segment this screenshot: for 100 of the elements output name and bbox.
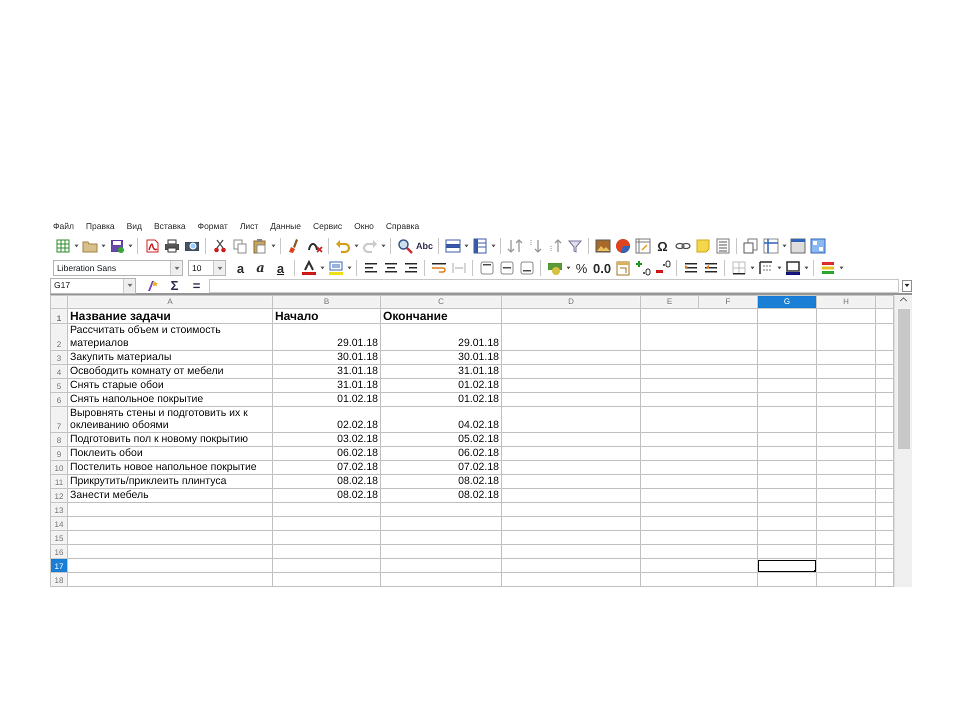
table-cell: 30.01.18 bbox=[272, 350, 380, 364]
menu-item[interactable]: Файл bbox=[53, 220, 74, 233]
highlight-icon bbox=[328, 260, 344, 276]
menu-item[interactable]: Данные bbox=[270, 220, 302, 233]
caret-icon[interactable] bbox=[346, 266, 352, 270]
table-cell: 01.02.18 bbox=[272, 392, 380, 406]
table-cell: Снять старые обои bbox=[68, 378, 272, 392]
column-header[interactable]: E bbox=[640, 296, 698, 308]
toolbar-button[interactable]: a bbox=[271, 258, 290, 278]
caret-icon[interactable] bbox=[353, 244, 359, 248]
printer-button[interactable] bbox=[162, 236, 181, 256]
row-header[interactable]: 10 bbox=[50, 460, 68, 474]
dropdown-icon[interactable] bbox=[123, 278, 135, 292]
font-color-button[interactable] bbox=[299, 258, 318, 278]
row-header[interactable]: 16 bbox=[50, 544, 68, 558]
caret-icon[interactable] bbox=[73, 244, 79, 248]
row-header[interactable]: 3 bbox=[50, 350, 68, 364]
caret-icon[interactable] bbox=[100, 244, 106, 248]
cell-cursor bbox=[758, 560, 816, 572]
toolbar-button[interactable]: a bbox=[251, 258, 270, 278]
caret-icon[interactable] bbox=[127, 244, 133, 248]
column-header[interactable]: G bbox=[758, 296, 816, 308]
caret-icon[interactable] bbox=[781, 244, 788, 248]
caret-icon[interactable] bbox=[776, 266, 782, 270]
vertical-scrollbar[interactable] bbox=[894, 295, 912, 587]
caret-icon[interactable] bbox=[270, 244, 276, 248]
font-size-field[interactable]: 10 bbox=[188, 260, 226, 276]
caret-icon[interactable] bbox=[749, 266, 756, 270]
redo-icon bbox=[362, 238, 378, 254]
table-cell: 08.02.18 bbox=[380, 474, 502, 488]
caret-icon[interactable] bbox=[490, 244, 496, 248]
table-cell: 02.02.18 bbox=[272, 406, 380, 432]
row-header[interactable]: 18 bbox=[50, 572, 68, 586]
row-header[interactable]: 9 bbox=[50, 446, 68, 460]
menu-item[interactable]: Лист bbox=[240, 220, 258, 233]
insert-row-button[interactable] bbox=[443, 236, 462, 256]
column-header[interactable]: H bbox=[816, 296, 876, 308]
formula-button[interactable]: = bbox=[187, 276, 206, 295]
dropdown-icon[interactable] bbox=[213, 261, 225, 275]
row-header[interactable]: 6 bbox=[50, 392, 68, 406]
table-cell: Освободить комнату от мебели bbox=[68, 364, 272, 378]
border-color-button[interactable] bbox=[783, 258, 802, 278]
undo-icon bbox=[334, 238, 350, 254]
table-cell: Рассчитать объем и стоимость материалов bbox=[68, 324, 272, 350]
menu-item[interactable]: Вставка bbox=[154, 220, 186, 233]
formula-input-field[interactable] bbox=[209, 278, 899, 292]
row-header[interactable]: 15 bbox=[50, 530, 68, 544]
align-bottom-icon bbox=[518, 260, 534, 276]
table-cell: 29.01.18 bbox=[272, 324, 380, 350]
row-header[interactable]: 13 bbox=[50, 502, 68, 516]
caret-icon[interactable] bbox=[803, 266, 810, 270]
menu-item[interactable]: Окно bbox=[354, 220, 374, 233]
row-header[interactable]: 4 bbox=[50, 364, 68, 378]
column-header[interactable]: D bbox=[502, 296, 640, 308]
dropdown-icon[interactable] bbox=[170, 261, 182, 275]
column-header[interactable]: A bbox=[68, 296, 272, 308]
caret-icon[interactable] bbox=[380, 244, 386, 248]
row-header[interactable]: 5 bbox=[50, 378, 68, 392]
table-cell: 31.01.18 bbox=[380, 364, 502, 378]
highlight-button[interactable] bbox=[326, 258, 345, 278]
table-cell: 29.01.18 bbox=[380, 324, 502, 350]
row-header[interactable]: 17 bbox=[50, 558, 68, 572]
table-cell: 31.01.18 bbox=[272, 364, 380, 378]
row-header[interactable]: 14 bbox=[50, 516, 68, 530]
formula-button[interactable]: Σ bbox=[165, 276, 184, 295]
table-cell: 05.02.18 bbox=[380, 432, 502, 446]
toolbar-button[interactable]: Ω bbox=[653, 236, 672, 256]
expand-formula-icon[interactable] bbox=[902, 280, 912, 292]
row-header[interactable]: 7 bbox=[50, 406, 68, 432]
menu-item[interactable]: Сервис bbox=[313, 220, 342, 233]
image-button[interactable] bbox=[593, 236, 612, 256]
currency-icon bbox=[546, 260, 562, 276]
add-decimal-button[interactable] bbox=[633, 258, 652, 278]
menu-item[interactable]: Вид bbox=[126, 220, 142, 233]
caret-icon[interactable] bbox=[319, 266, 325, 270]
menu-item[interactable]: Правка bbox=[86, 220, 115, 233]
table-cell: Подготовить пол к новому покрытию bbox=[68, 432, 272, 446]
column-header[interactable]: B bbox=[272, 296, 380, 308]
toolbar-button[interactable]: a bbox=[231, 258, 250, 278]
menu-item[interactable]: Формат bbox=[198, 220, 228, 233]
caret-icon[interactable] bbox=[838, 266, 844, 270]
wrap-text-icon bbox=[430, 260, 446, 276]
column-header[interactable]: C bbox=[380, 296, 502, 308]
caret-icon[interactable] bbox=[565, 266, 571, 270]
row-header[interactable]: 1 bbox=[50, 308, 68, 324]
toolbar-button[interactable]: 0.0 bbox=[592, 258, 612, 278]
name-box[interactable]: G17 bbox=[50, 278, 136, 294]
font-name-field[interactable]: Liberation Sans bbox=[53, 260, 183, 276]
row-header[interactable]: 2 bbox=[50, 324, 68, 350]
row-header[interactable]: 12 bbox=[50, 488, 68, 502]
caret-icon[interactable] bbox=[463, 244, 470, 248]
table-cell: 06.02.18 bbox=[272, 446, 380, 460]
row-header[interactable]: 11 bbox=[50, 474, 68, 488]
toolbar-button[interactable]: Abc bbox=[415, 236, 434, 256]
chart-button[interactable] bbox=[613, 236, 632, 256]
column-header[interactable]: F bbox=[698, 296, 758, 308]
menu-item[interactable]: Справка bbox=[386, 220, 420, 233]
toolbar-button[interactable]: % bbox=[572, 258, 591, 278]
add-decimal-icon bbox=[634, 260, 651, 276]
row-header[interactable]: 8 bbox=[50, 432, 68, 446]
